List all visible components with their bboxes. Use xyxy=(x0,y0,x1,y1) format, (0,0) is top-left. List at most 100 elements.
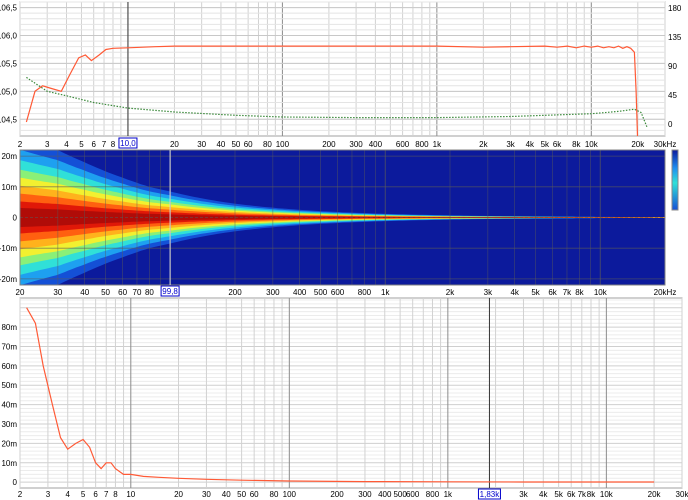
bottom-x-tick-label: 7k xyxy=(578,490,587,499)
bottom-x-tick-label: 60 xyxy=(250,490,259,499)
bottom-y-tick-label: 70m xyxy=(1,342,17,351)
heatmap-x-tick-label: 5k xyxy=(531,288,540,297)
top-y-tick-label: 104,5 xyxy=(0,115,18,124)
top-x-tick-label: 30kHz xyxy=(654,140,677,149)
top-y-tick-label: 106,5 xyxy=(0,4,18,13)
bottom-x-tick-label: 10k xyxy=(600,490,614,499)
top-right-tick-label: 180 xyxy=(668,4,682,13)
top-cursor-label: 10,0 xyxy=(120,139,136,148)
bottom-x-tick-label: 80 xyxy=(270,490,279,499)
top-x-tick-label: 10k xyxy=(585,140,599,149)
heatmap-x-tick-label: 3k xyxy=(484,288,493,297)
top-x-tick-label: 200 xyxy=(322,140,336,149)
heatmap-x-tick-label: 8k xyxy=(575,288,584,297)
heatmap-x-tick-label: 2k xyxy=(446,288,455,297)
top-right-tick-label: 135 xyxy=(668,33,682,42)
heatmap-x-tick-label: 200 xyxy=(228,288,242,297)
top-x-tick-label: 4 xyxy=(64,140,69,149)
bottom-x-tick-label: 6k xyxy=(567,490,576,499)
top-x-tick-label: 8 xyxy=(111,140,116,149)
heatmap-x-tick-label: 800 xyxy=(358,288,372,297)
top-x-tick-label: 5k xyxy=(541,140,550,149)
top-x-tick-label: 20k xyxy=(631,140,645,149)
bottom-y-tick-label: 20m xyxy=(1,439,17,448)
heatmap-x-tick-label: 60 xyxy=(118,288,127,297)
top-x-tick-label: 2k xyxy=(479,140,488,149)
top-right-tick-label: 45 xyxy=(668,91,677,100)
colour-scale-bar xyxy=(671,149,679,211)
bottom-y-tick-label: 30m xyxy=(1,420,17,429)
heatmap-x-tick-label: 30 xyxy=(53,288,62,297)
bottom-x-tick-label: 4k xyxy=(539,490,548,499)
bottom-x-tick-label: 600 xyxy=(406,490,420,499)
top-x-tick-label: 80 xyxy=(263,140,272,149)
top-x-tick-label: 4k xyxy=(526,140,535,149)
bottom-y-tick-label: 10m xyxy=(1,459,17,468)
bottom-x-tick-label: 10 xyxy=(126,490,135,499)
bottom-x-tick-label: 200 xyxy=(330,490,344,499)
heatmap-y-tick-label: 0 xyxy=(13,214,18,223)
bottom-y-tick-label: 40m xyxy=(1,401,17,410)
top-x-tick-label: 1k xyxy=(433,140,442,149)
heatmap-x-tick-label: 20 xyxy=(16,288,25,297)
heatmap-x-tick-label: 300 xyxy=(266,288,280,297)
heatmap-x-tick-label: 6k xyxy=(548,288,557,297)
bottom-x-tick-label: 8 xyxy=(113,490,118,499)
top-x-tick-label: 6 xyxy=(91,140,96,149)
top-x-tick-label: 3k xyxy=(506,140,515,149)
bottom-x-tick-label: 2 xyxy=(18,490,23,499)
top-y-tick-label: 105,0 xyxy=(0,87,18,96)
top-y-tick-label: 106,0 xyxy=(0,32,18,41)
bottom-y-tick-label: 0 xyxy=(13,478,18,487)
heatmap-x-tick-label: 20kHz xyxy=(654,288,677,297)
acoustic-analysis-chart: 106,5106,0105,5105,0104,5180135904502345… xyxy=(0,1,688,500)
heatmap-x-tick-label: 400 xyxy=(293,288,307,297)
top-x-tick-label: 2 xyxy=(18,140,23,149)
top-x-tick-label: 400 xyxy=(369,140,383,149)
heatmap-x-tick-label: 1k xyxy=(381,288,390,297)
bottom-x-tick-label: 40 xyxy=(222,490,231,499)
bottom-x-tick-label: 20 xyxy=(174,490,183,499)
top-x-tick-label: 3 xyxy=(45,140,50,149)
bottom-x-tick-label: 20k xyxy=(648,490,662,499)
heatmap-x-tick-label: 10k xyxy=(594,288,608,297)
bottom-cursor-label: 1,83k xyxy=(480,490,501,499)
top-x-tick-label: 5 xyxy=(79,140,84,149)
bottom-y-tick-label: 60m xyxy=(1,362,17,371)
heatmap-y-tick-label: 20m xyxy=(1,152,17,161)
top-x-tick-label: 300 xyxy=(349,140,363,149)
top-x-tick-label: 800 xyxy=(415,140,429,149)
bottom-x-tick-label: 3k xyxy=(519,490,528,499)
heatmap-x-tick-label: 4k xyxy=(510,288,519,297)
bottom-x-tick-label: 400 xyxy=(378,490,392,499)
heatmap-x-tick-label: 80 xyxy=(145,288,154,297)
bottom-x-tick-label: 7 xyxy=(104,490,109,499)
top-x-tick-label: 40 xyxy=(216,140,225,149)
heatmap-x-tick-label: 40 xyxy=(80,288,89,297)
top-x-tick-label: 50 xyxy=(231,140,240,149)
heatmap-x-tick-label: 50 xyxy=(101,288,110,297)
bottom-x-tick-label: 4 xyxy=(65,490,70,499)
heatmap-cursor-label: 99,8 xyxy=(162,287,178,296)
top-x-tick-label: 7 xyxy=(102,140,107,149)
bottom-x-tick-label: 30 xyxy=(202,490,211,499)
top-x-tick-label: 6k xyxy=(553,140,562,149)
top-x-tick-label: 30 xyxy=(197,140,206,149)
top-x-tick-label: 600 xyxy=(396,140,410,149)
heatmap-y-tick-label: 10m xyxy=(1,183,17,192)
bottom-x-tick-label: 6 xyxy=(93,490,98,499)
heatmap-x-tick-label: 500 xyxy=(314,288,328,297)
bottom-x-tick-label: 300 xyxy=(358,490,372,499)
bottom-x-tick-label: 100 xyxy=(283,490,297,499)
bottom-x-tick-label: 50 xyxy=(237,490,246,499)
top-x-tick-label: 20 xyxy=(170,140,179,149)
heatmap-x-tick-label: 7k xyxy=(563,288,572,297)
heatmap-y-tick-label: -20m xyxy=(0,275,17,284)
top-right-tick-label: 0 xyxy=(668,120,673,129)
bottom-x-tick-label: 8k xyxy=(587,490,596,499)
bottom-x-tick-label: 5k xyxy=(554,490,563,499)
heatmap-y-tick-label: -10m xyxy=(0,244,17,253)
top-x-tick-label: 8k xyxy=(572,140,581,149)
bottom-x-tick-label: 800 xyxy=(426,490,440,499)
top-y-tick-label: 105,5 xyxy=(0,59,18,68)
